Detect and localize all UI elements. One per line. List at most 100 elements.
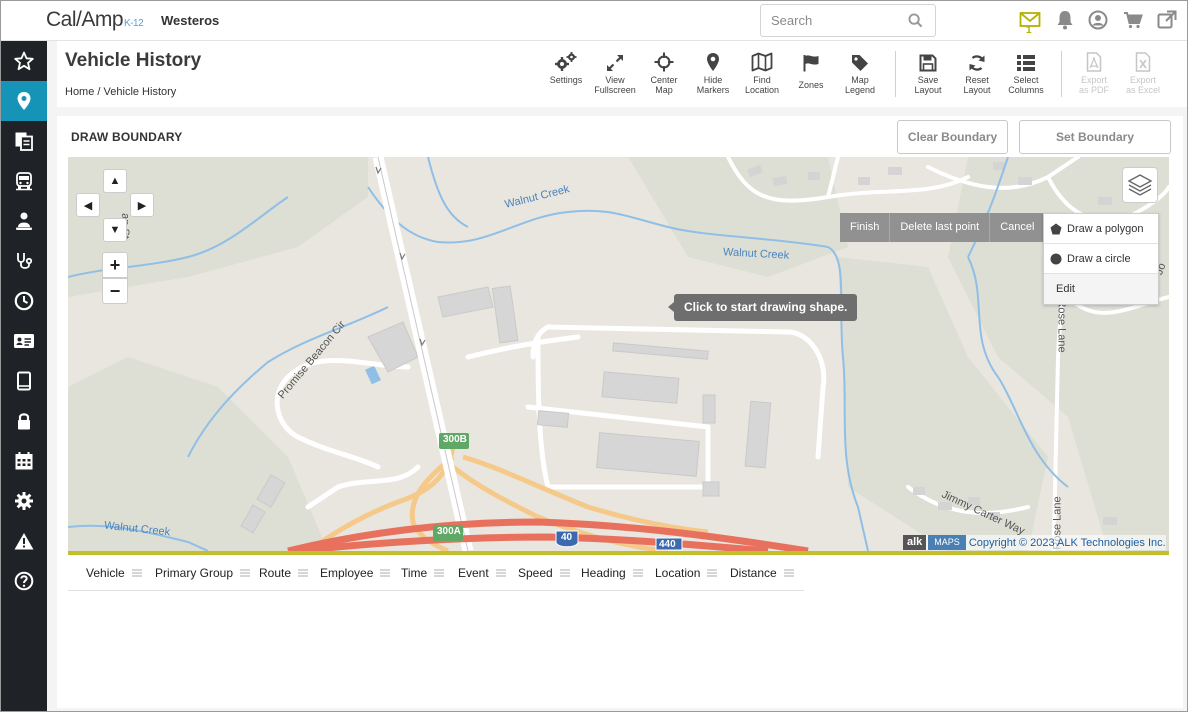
sidebar-item-help[interactable]: [1, 561, 47, 601]
export-pdf-button[interactable]: Export as PDF: [1067, 50, 1121, 95]
column-header-route[interactable]: Route: [259, 566, 309, 580]
map-copyright[interactable]: Copyright © 2023 ALK Technologies Inc.: [969, 537, 1166, 549]
set-boundary-button[interactable]: Set Boundary: [1019, 120, 1171, 154]
sidebar-item-contacts[interactable]: [1, 321, 47, 361]
sidebar-item-driver[interactable]: [1, 201, 47, 241]
draw-actions-bar: Finish Delete last point Cancel: [840, 213, 1045, 242]
column-header-location[interactable]: Location: [655, 566, 718, 580]
column-header-primary-group[interactable]: Primary Group: [155, 566, 251, 580]
interstate-shield-440: 440: [659, 539, 676, 550]
center-map-button[interactable]: Center Map: [637, 50, 691, 95]
column-menu-icon[interactable]: [131, 569, 142, 577]
save-layout-button[interactable]: Save Layout: [901, 50, 955, 95]
plus-icon: +: [109, 254, 121, 275]
sidebar-item-documents[interactable]: [1, 121, 47, 161]
draw-tool-menu: Draw a polygon Draw a circle Edit: [1043, 213, 1159, 305]
sidebar-item-alerts[interactable]: [1, 521, 47, 561]
breadcrumb: Home / Vehicle History: [65, 86, 176, 98]
map-legend-button[interactable]: Map Legend: [833, 50, 887, 95]
layers-icon: [1127, 174, 1153, 196]
map-canvas[interactable]: Walnut Creek Walnut Creek Walnut Creek P…: [68, 157, 1169, 551]
arrow-right-icon: ▶: [137, 199, 147, 212]
hide-markers-button[interactable]: Hide Markers: [686, 50, 740, 95]
flag-icon: [803, 55, 819, 72]
sidebar-item-calendar[interactable]: [1, 441, 47, 481]
list-icon: [1017, 55, 1035, 71]
map-pin-icon: [17, 92, 31, 110]
column-menu-icon[interactable]: [559, 569, 570, 577]
map-divider: [68, 551, 1169, 555]
pan-up-button[interactable]: ▲: [103, 169, 127, 193]
column-menu-icon[interactable]: [783, 569, 794, 577]
map-label-street: Rose Lane: [1055, 299, 1068, 353]
sidebar-item-health[interactable]: [1, 241, 47, 281]
breadcrumb-current: Vehicle History: [103, 86, 177, 98]
pan-right-button[interactable]: ▶: [130, 193, 154, 217]
search-icon[interactable]: [908, 13, 923, 33]
column-menu-icon[interactable]: [632, 569, 643, 577]
zoom-out-button[interactable]: −: [102, 278, 128, 304]
column-header-speed[interactable]: Speed: [518, 566, 570, 580]
column-header-employee[interactable]: Employee: [320, 566, 391, 580]
sidebar-item-settings[interactable]: [1, 481, 47, 521]
app-logo[interactable]: Cal/AmpK-12: [46, 8, 144, 32]
warning-icon: [14, 533, 34, 550]
clear-boundary-button[interactable]: Clear Boundary: [897, 120, 1008, 154]
pan-left-button[interactable]: ◀: [76, 193, 100, 217]
cart-icon[interactable]: [1120, 7, 1146, 33]
clock-icon: [14, 291, 34, 311]
map-attribution: alk MAPS Copyright © 2023 ALK Technologi…: [903, 535, 1166, 550]
toolbar-divider: [1061, 51, 1062, 97]
pdf-file-icon: [1086, 52, 1102, 72]
excel-file-icon: [1135, 52, 1151, 72]
column-menu-icon[interactable]: [434, 569, 445, 577]
export-excel-button[interactable]: Export as Excel: [1116, 50, 1170, 95]
edit-shape-button[interactable]: Edit: [1044, 274, 1158, 304]
draw-polygon-button[interactable]: Draw a polygon: [1044, 214, 1158, 244]
column-menu-icon[interactable]: [240, 569, 251, 577]
sidebar-item-bus[interactable]: [1, 161, 47, 201]
breadcrumb-separator: /: [97, 86, 101, 98]
column-menu-icon[interactable]: [298, 569, 309, 577]
finish-button[interactable]: Finish: [840, 213, 891, 242]
refresh-icon: [969, 55, 985, 71]
layers-button[interactable]: [1122, 167, 1158, 203]
column-header-distance[interactable]: Distance: [730, 566, 794, 580]
delete-last-point-button[interactable]: Delete last point: [890, 213, 991, 242]
sidebar-item-devices[interactable]: [1, 361, 47, 401]
column-header-heading[interactable]: Heading: [581, 566, 643, 580]
app-window: Cal/AmpK-12 Westeros 1: [0, 0, 1188, 712]
column-header-vehicle[interactable]: Vehicle: [86, 566, 142, 580]
zones-button[interactable]: Zones: [784, 50, 838, 90]
search-input[interactable]: [761, 5, 901, 36]
bell-icon[interactable]: [1052, 7, 1078, 33]
view-fullscreen-button[interactable]: View Fullscreen: [588, 50, 642, 95]
draw-circle-button[interactable]: Draw a circle: [1044, 244, 1158, 274]
reset-layout-button[interactable]: Reset Layout: [950, 50, 1004, 95]
mail-count-badge: 1: [1026, 25, 1032, 36]
top-header: Cal/AmpK-12 Westeros 1: [1, 1, 1187, 41]
user-icon[interactable]: [1085, 7, 1111, 33]
expand-icon: [607, 55, 623, 71]
pan-down-button[interactable]: ▼: [103, 218, 127, 242]
settings-button[interactable]: Settings: [539, 50, 593, 85]
history-grid-header: Vehicle Primary Group Route Employee Tim…: [68, 557, 804, 591]
find-location-button[interactable]: Find Location: [735, 50, 789, 95]
map-icon: [751, 52, 773, 72]
documents-icon: [15, 132, 33, 151]
cancel-button[interactable]: Cancel: [990, 213, 1044, 242]
star-icon: [14, 51, 34, 71]
sidebar-item-favorites[interactable]: [1, 41, 47, 81]
column-header-time[interactable]: Time: [401, 566, 445, 580]
select-columns-button[interactable]: Select Columns: [999, 50, 1053, 95]
sidebar-item-map[interactable]: [1, 81, 47, 121]
zoom-in-button[interactable]: +: [102, 252, 128, 278]
column-header-event[interactable]: Event: [458, 566, 506, 580]
column-menu-icon[interactable]: [707, 569, 718, 577]
column-menu-icon[interactable]: [495, 569, 506, 577]
external-link-icon[interactable]: [1154, 7, 1180, 33]
breadcrumb-home[interactable]: Home: [65, 86, 94, 98]
sidebar-item-history[interactable]: [1, 281, 47, 321]
column-menu-icon[interactable]: [380, 569, 391, 577]
sidebar-item-security[interactable]: [1, 401, 47, 441]
